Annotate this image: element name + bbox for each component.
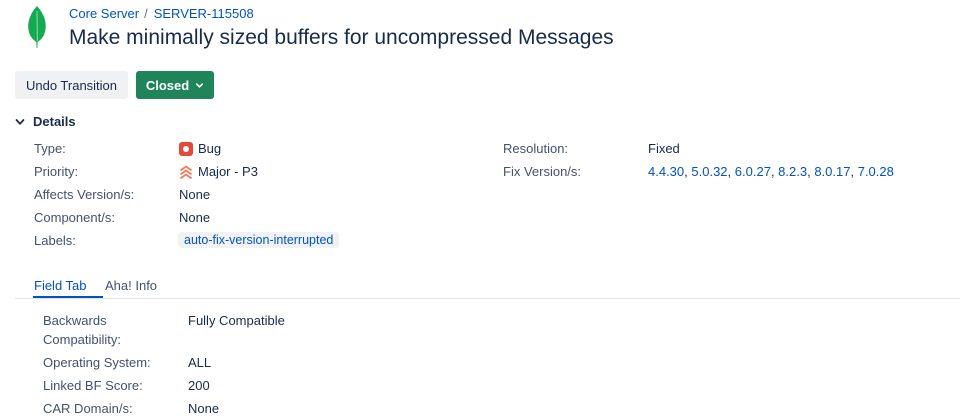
car-domain-value-row: None	[188, 401, 219, 416]
fix-version-field: Fix Version/s:	[503, 164, 581, 179]
chevron-down-icon	[15, 118, 25, 125]
affects-version-value: None	[179, 187, 211, 202]
priority-major-icon	[180, 164, 192, 179]
bf-score-label: Linked BF Score:	[43, 378, 143, 393]
affects-version-field: Affects Version/s:	[34, 187, 134, 202]
fix-version-link[interactable]: 5.0.32	[691, 164, 727, 179]
fix-version-label: Fix Version/s:	[503, 164, 582, 179]
affects-version-label: Affects Version/s:	[34, 187, 135, 202]
tab-aha-info[interactable]: Aha! Info	[105, 278, 157, 293]
bf-score-field: Linked BF Score:	[43, 378, 143, 393]
fix-version-link[interactable]: 4.4.30	[648, 164, 684, 179]
component-field: Component/s:	[34, 210, 115, 225]
bf-score-value: 200	[188, 378, 210, 393]
undo-transition-button[interactable]: Undo Transition	[15, 71, 128, 99]
component-label: Component/s:	[34, 210, 115, 225]
status-label: Closed	[145, 77, 190, 93]
backwards-compat-value-row: Fully Compatible	[188, 313, 285, 328]
car-domain-value: None	[188, 401, 220, 416]
breadcrumb: Core Server / SERVER-115508	[69, 6, 254, 21]
label-chip[interactable]: auto-fix-version-interrupted	[178, 232, 340, 248]
backwards-compat-value: Fully Compatible	[188, 313, 285, 328]
fix-version-link[interactable]: 8.0.17	[814, 164, 850, 179]
breadcrumb-issue-link[interactable]: SERVER-115508	[154, 6, 254, 21]
tab-field-tab[interactable]: Field Tab	[34, 278, 87, 293]
resolution-value-row: Fixed	[648, 141, 680, 156]
component-value-row: None	[179, 210, 210, 225]
os-value: ALL	[188, 355, 212, 370]
field-tabs: Field Tab Aha! Info	[15, 276, 960, 299]
mongodb-leaf-logo	[28, 6, 46, 48]
type-field: Type:	[34, 141, 66, 156]
labels-field: Labels:	[34, 233, 76, 248]
component-value: None	[179, 210, 211, 225]
priority-value-row: Major - P3	[179, 164, 258, 179]
priority-label: Priority:	[34, 164, 79, 179]
bug-icon	[179, 141, 193, 156]
priority-value: Major - P3	[198, 164, 258, 179]
details-section-toggle[interactable]: Details	[15, 114, 76, 129]
fix-version-link[interactable]: 8.2.3	[778, 164, 807, 179]
fix-version-link[interactable]: 6.0.27	[735, 164, 771, 179]
fix-version-link[interactable]: 7.0.28	[858, 164, 894, 179]
resolution-value: Fixed	[648, 141, 680, 156]
type-label: Type:	[34, 141, 66, 156]
backwards-compat-field: Backwards	[43, 313, 107, 328]
fix-version-list: 4.4.30, 5.0.32, 6.0.27, 8.2.3, 8.0.17, 7…	[648, 164, 894, 179]
car-domain-field: CAR Domain/s:	[43, 401, 133, 416]
breadcrumb-project-link[interactable]: Core Server	[69, 6, 139, 21]
affects-version-value-row: None	[179, 187, 210, 202]
chevron-down-icon	[196, 82, 204, 88]
resolution-label: Resolution:	[503, 141, 569, 156]
active-tab-indicator	[33, 296, 103, 298]
os-value-row: ALL	[188, 355, 211, 370]
backwards-compat-field-line2: Compatibility:	[43, 332, 121, 347]
type-value-row: Bug	[179, 141, 221, 156]
bf-score-value-row: 200	[188, 378, 210, 393]
os-field: Operating System:	[43, 355, 151, 370]
type-value: Bug	[198, 141, 222, 156]
backwards-compat-label-line1: Backwards	[43, 313, 107, 328]
breadcrumb-separator: /	[144, 6, 148, 21]
issue-title: Make minimally sized buffers for uncompr…	[69, 26, 614, 49]
labels-value-row: auto-fix-version-interrupted	[178, 232, 340, 248]
backwards-compat-label-line2: Compatibility:	[43, 332, 122, 347]
details-heading: Details	[33, 114, 76, 129]
labels-label: Labels:	[34, 233, 76, 248]
car-domain-label: CAR Domain/s:	[43, 401, 133, 416]
status-dropdown-button[interactable]: Closed	[136, 71, 214, 99]
resolution-field: Resolution:	[503, 141, 568, 156]
os-label: Operating System:	[43, 355, 151, 370]
priority-field: Priority:	[34, 164, 78, 179]
